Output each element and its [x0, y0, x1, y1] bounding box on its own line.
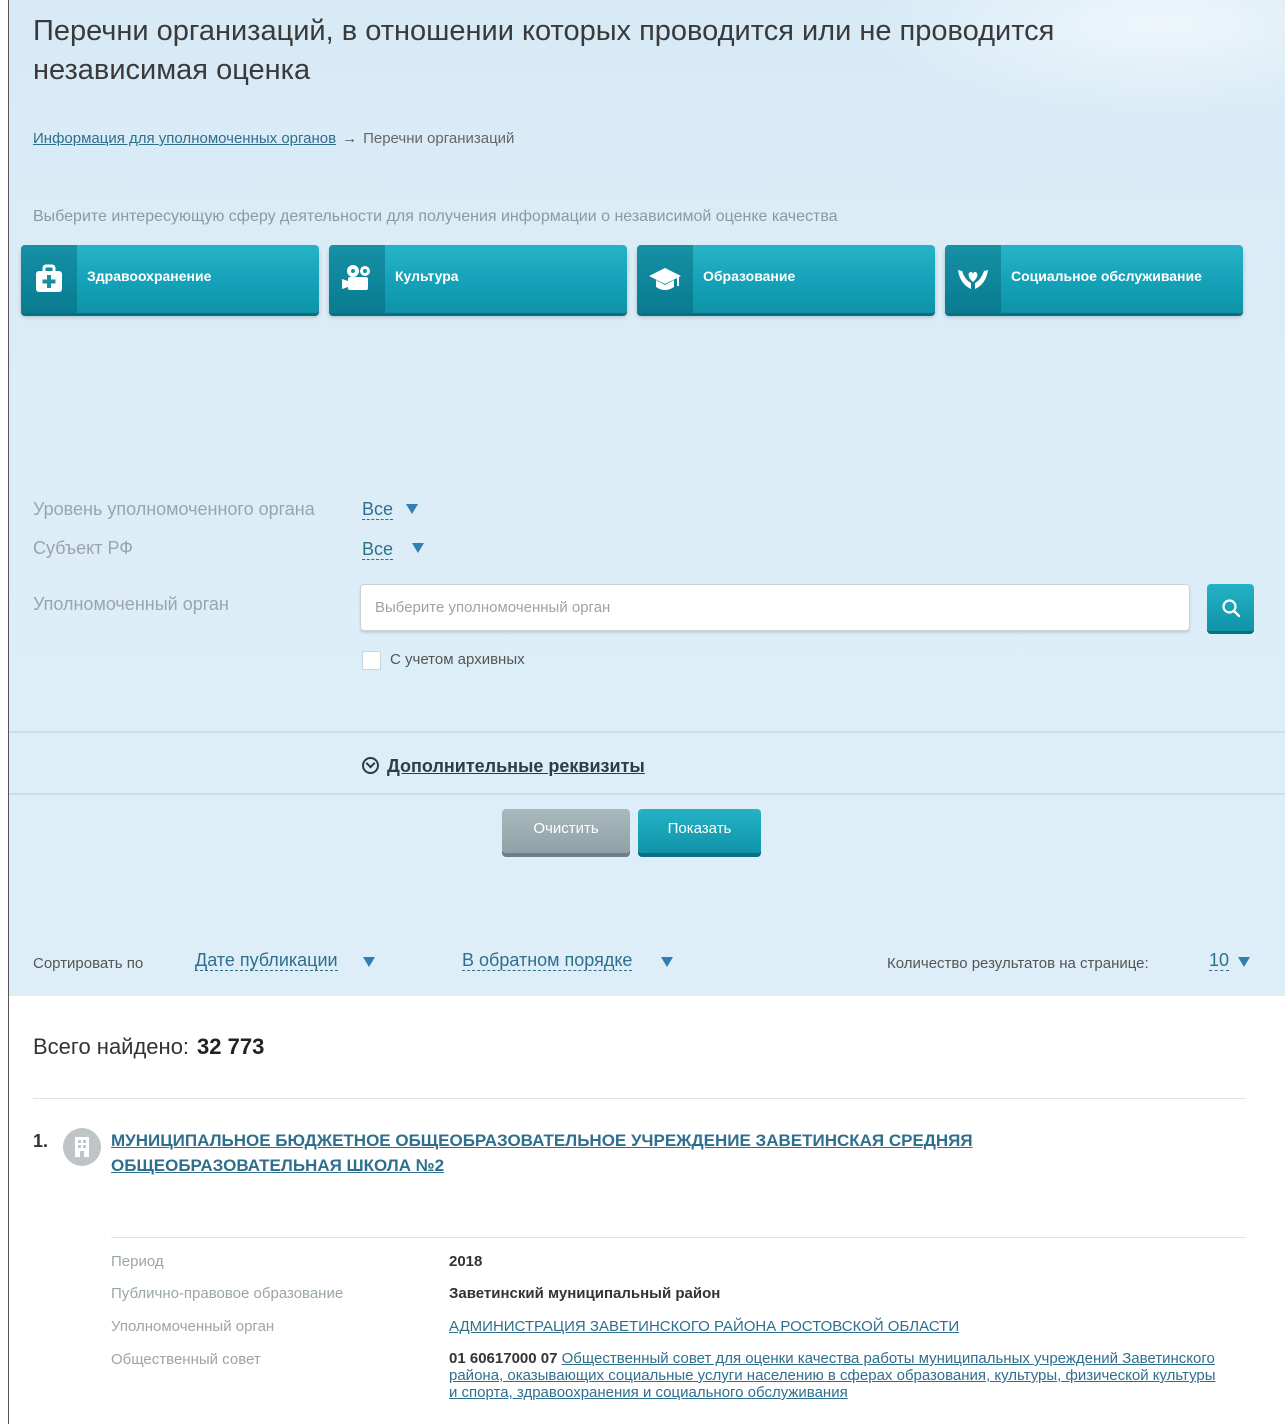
sort-field-select[interactable]: Дате публикации: [195, 950, 338, 971]
show-button[interactable]: Показать: [638, 809, 761, 853]
building-icon: [63, 1128, 101, 1166]
film-camera-icon: [329, 245, 385, 313]
municipality-label: Публично-правовое образование: [111, 1285, 344, 1302]
category-hint: Выберите интересующую сферу деятельности…: [33, 208, 838, 225]
authority-link[interactable]: АДМИНИСТРАЦИЯ ЗАВЕТИНСКОГО РАЙОНА РОСТОВ…: [449, 1318, 959, 1335]
results-total-count: 32 773: [197, 1034, 265, 1059]
category-label: Здравоохранение: [87, 268, 212, 284]
category-tiles: Здравоохранение Культура Образование Соц…: [21, 245, 1261, 315]
per-page-select[interactable]: 10: [1209, 950, 1230, 971]
page-title: Перечни организаций, в отношении которых…: [33, 15, 1055, 86]
authority-label: Уполномоченный орган: [33, 594, 229, 614]
medical-kit-icon: [21, 245, 77, 313]
level-caret-icon[interactable]: [406, 504, 418, 514]
council-link[interactable]: Общественный совет для оценки качества р…: [449, 1350, 1216, 1401]
period-label: Период: [111, 1253, 164, 1270]
divider: [111, 1237, 1246, 1238]
council-label: Общественный совет: [111, 1351, 261, 1368]
per-page-caret-icon[interactable]: [1238, 957, 1250, 967]
search-icon: [1221, 598, 1240, 617]
additional-details-label: Дополнительные реквизиты: [387, 756, 645, 776]
category-label: Образование: [703, 268, 796, 284]
divider: [33, 1098, 1246, 1099]
authority-input-box: [360, 584, 1190, 631]
category-social-button[interactable]: Социальное обслуживание: [945, 245, 1243, 313]
breadcrumb-link[interactable]: Информация для уполномоченных органов: [33, 130, 336, 147]
sort-order-select[interactable]: В обратном порядке: [462, 950, 633, 971]
additional-details-toggle[interactable]: Дополнительные реквизиты: [362, 756, 645, 777]
sort-order-caret-icon[interactable]: [661, 957, 673, 967]
council-value: 01 60617000 07 Общественный совет для оц…: [449, 1350, 1219, 1401]
result-number: 1.: [33, 1131, 49, 1151]
results-total-label: Всего найдено:: [33, 1034, 190, 1059]
clear-button[interactable]: Очистить: [502, 809, 630, 853]
municipality-value: Заветинский муниципальный район: [449, 1285, 721, 1302]
breadcrumb-current: Перечни организаций: [363, 130, 515, 147]
breadcrumb: Информация для уполномоченных органов → Пе…: [33, 130, 514, 147]
breadcrumb-arrow: →: [342, 130, 358, 147]
search-button[interactable]: [1207, 584, 1254, 631]
authority-input[interactable]: [361, 585, 1189, 630]
subject-label: Субъект РФ: [33, 538, 133, 558]
search-panel: Перечни организаций, в отношении которых…: [9, 0, 1285, 996]
results-section: Всего найдено: 32 773 1. МУНИЦИПАЛЬНОЕ БЮ…: [9, 996, 1285, 1424]
results-total: Всего найдено: 32 773: [33, 1034, 264, 1060]
sort-label: Сортировать по: [33, 955, 144, 972]
authority-label: Уполномоченный орган: [111, 1318, 275, 1335]
subject-select[interactable]: Все: [362, 539, 394, 560]
subject-caret-icon[interactable]: [412, 543, 424, 553]
category-education-button[interactable]: Образование: [637, 245, 935, 313]
archive-label: С учетом архивных: [390, 651, 525, 668]
level-select[interactable]: Все: [362, 499, 394, 520]
category-label: Культура: [395, 268, 459, 284]
council-code: 01 60617000 07: [449, 1350, 558, 1367]
result-title-link[interactable]: МУНИЦИПАЛЬНОЕ БЮДЖЕТНОЕ ОБЩЕОБРАЗОВАТЕЛЬ…: [111, 1128, 1111, 1178]
chevron-down-circle-icon: [362, 757, 379, 774]
divider: [9, 731, 1285, 733]
graduation-cap-icon: [637, 245, 693, 313]
level-label: Уровень уполномоченного органа: [33, 499, 315, 519]
category-label: Социальное обслуживание: [1011, 268, 1202, 284]
page-frame: Перечни организаций, в отношении которых…: [8, 0, 1285, 1424]
category-culture-button[interactable]: Культура: [329, 245, 627, 313]
caring-hands-icon: [945, 245, 1001, 313]
divider: [9, 793, 1285, 795]
archive-checkbox[interactable]: [362, 651, 381, 670]
category-healthcare-button[interactable]: Здравоохранение: [21, 245, 319, 313]
per-page-label: Количество результатов на странице:: [887, 955, 1149, 972]
period-value: 2018: [449, 1253, 483, 1270]
sort-field-caret-icon[interactable]: [363, 957, 375, 967]
